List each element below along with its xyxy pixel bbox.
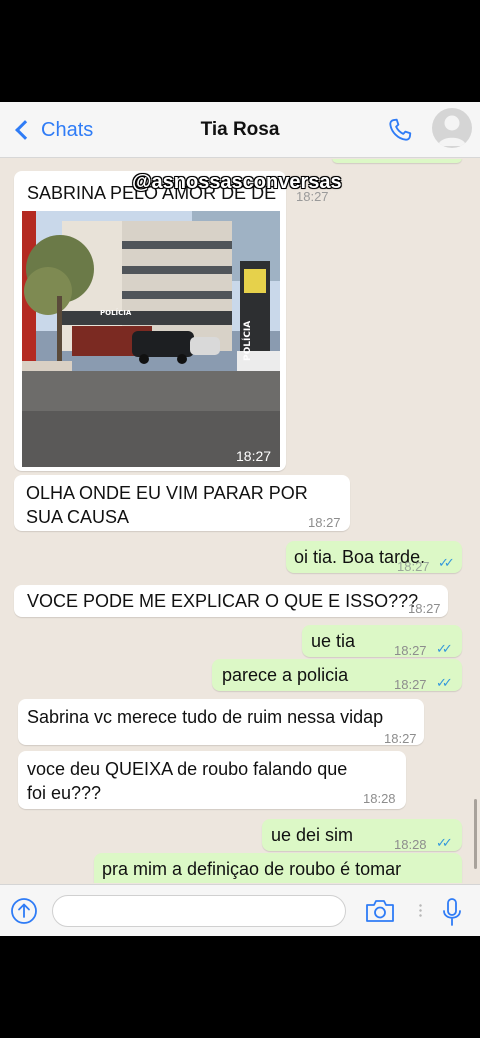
message-bubble-outgoing[interactable]: parece a policia 18:27 ✓✓ <box>212 659 462 692</box>
message-text: parece a policia <box>222 665 349 685</box>
message-text: VOCE PODE ME EXPLICAR O QUE E ISSO??? <box>27 591 419 611</box>
message-text: voce deu QUEIXA de roubo falando que foi… <box>27 759 348 803</box>
message-input[interactable] <box>52 895 346 927</box>
image-time: 18:27 <box>236 448 271 464</box>
image-sign-text: POLÍCIA <box>100 308 132 317</box>
message-time: 18:28 <box>363 791 396 806</box>
message-time: 18:27 <box>394 677 427 692</box>
message-time: 18:27 <box>408 601 441 616</box>
avatar[interactable] <box>432 108 472 148</box>
scrollbar[interactable] <box>474 799 477 869</box>
message-bubble-outgoing[interactable]: oi tia. Boa tarde. 18:27 ✓✓ <box>286 541 462 574</box>
message-time: 18:27 <box>308 515 341 530</box>
message-bubble-partial <box>332 159 462 163</box>
read-ticks-icon: ✓✓ <box>436 835 453 850</box>
message-bubble-incoming[interactable]: Sabrina vc merece tudo de ruim nessa vid… <box>18 699 424 746</box>
message-image[interactable]: POLÍCIA POLÍCIA 18:27 <box>22 211 280 467</box>
mic-icon[interactable] <box>441 897 463 927</box>
message-time: 18:27 <box>397 559 430 574</box>
chat-screen: Chats Tia Rosa SABRINA PELO AMOR DE DEUS… <box>0 102 480 936</box>
avatar-icon <box>438 115 466 146</box>
message-time: 18:27 <box>384 731 417 746</box>
watermark-text: @asnossasconversas <box>132 171 342 193</box>
read-ticks-icon: ✓✓ <box>438 555 455 570</box>
image-sign-vertical: POLÍCIA <box>241 321 253 361</box>
phone-icon[interactable] <box>386 116 414 144</box>
message-bubble-incoming[interactable]: OLHA ONDE EU VIM PARAR POR SUA CAUSA 18:… <box>14 475 350 531</box>
message-text: OLHA ONDE EU VIM PARAR POR SUA CAUSA <box>26 483 308 527</box>
message-bubble-outgoing[interactable]: ue tia 18:27 ✓✓ <box>302 625 462 658</box>
message-list[interactable]: SABRINA PELO AMOR DE DEUS 18:27 <box>0 159 480 883</box>
input-bar <box>0 884 480 936</box>
message-text: ue tia <box>311 631 356 651</box>
message-text: pra mim a definiçao de roubo é tomar <box>102 859 402 879</box>
message-text: Sabrina vc merece tudo de ruim nessa vid… <box>27 707 384 727</box>
chat-header: Chats Tia Rosa <box>0 102 480 158</box>
read-ticks-icon: ✓✓ <box>436 641 453 656</box>
message-bubble-incoming[interactable]: voce deu QUEIXA de roubo falando que foi… <box>18 751 406 809</box>
upload-icon[interactable] <box>10 897 38 925</box>
message-text: ue dei sim <box>271 825 354 845</box>
camera-icon[interactable] <box>364 898 396 924</box>
message-bubble-outgoing[interactable]: ue dei sim 18:28 ✓✓ <box>262 819 462 852</box>
message-bubble-outgoing[interactable]: pra mim a definiçao de roubo é tomar <box>94 853 462 883</box>
message-bubble-incoming[interactable]: SABRINA PELO AMOR DE DEUS 18:27 <box>14 171 286 471</box>
more-dots-icon <box>419 903 422 919</box>
read-ticks-icon: ✓✓ <box>436 675 453 690</box>
message-bubble-incoming[interactable]: VOCE PODE ME EXPLICAR O QUE E ISSO??? 18… <box>14 585 448 617</box>
